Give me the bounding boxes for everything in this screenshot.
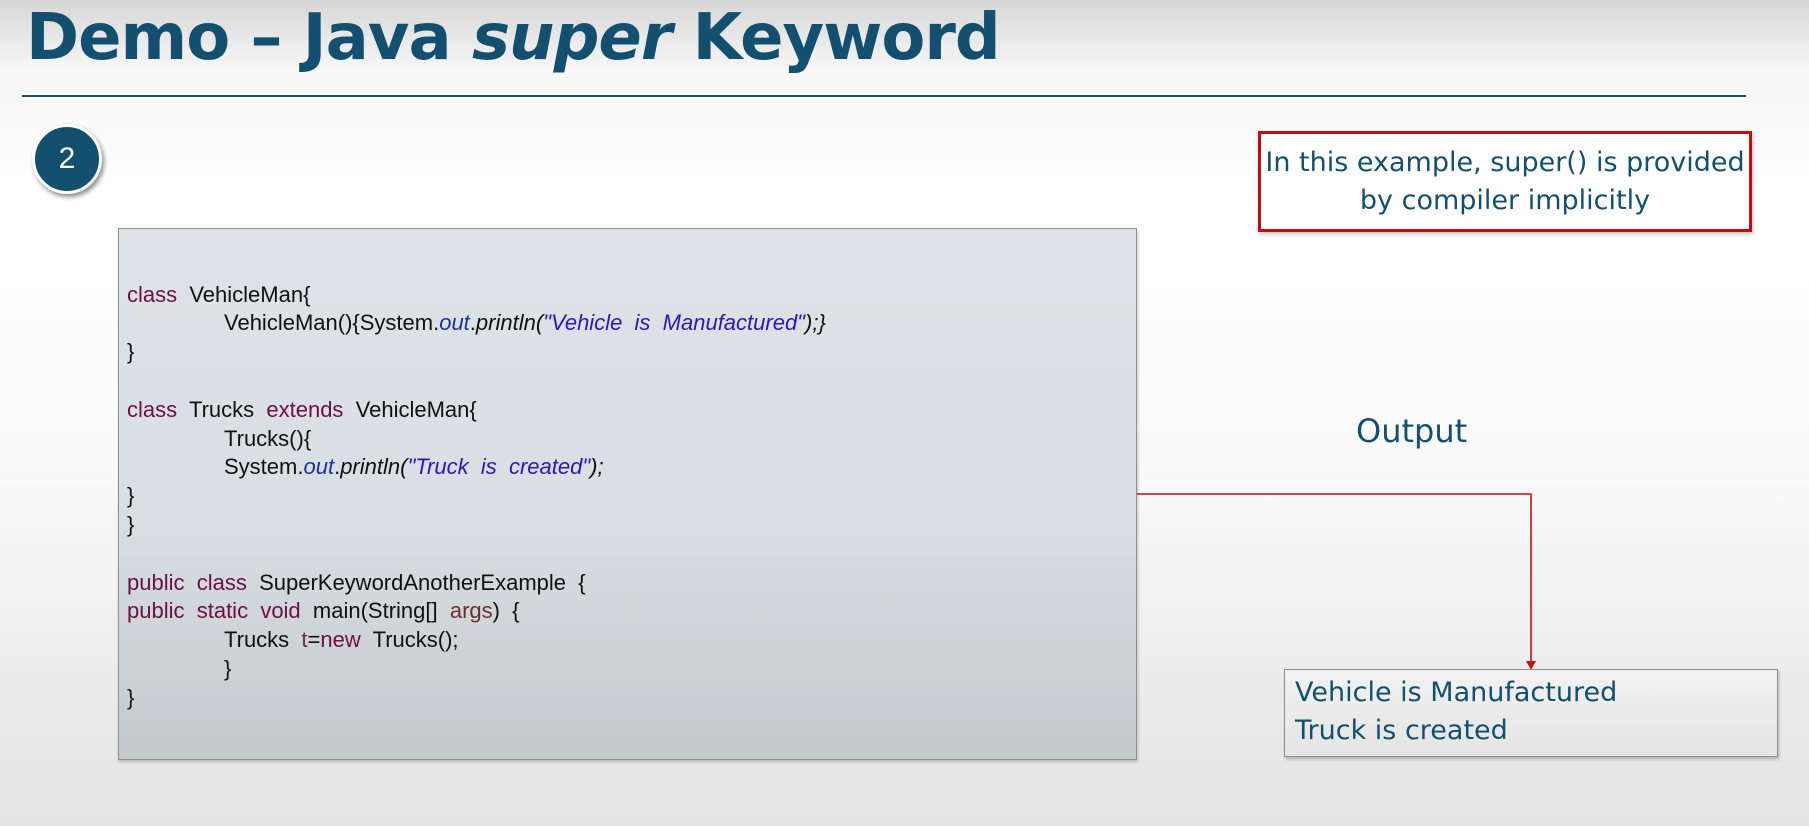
output-label: Output	[1356, 412, 1468, 450]
output-panel: Vehicle is Manufactured Truck is created	[1284, 669, 1778, 757]
output-line-1: Vehicle is Manufactured	[1295, 677, 1618, 708]
output-line-2: Truck is created	[1295, 715, 1508, 746]
